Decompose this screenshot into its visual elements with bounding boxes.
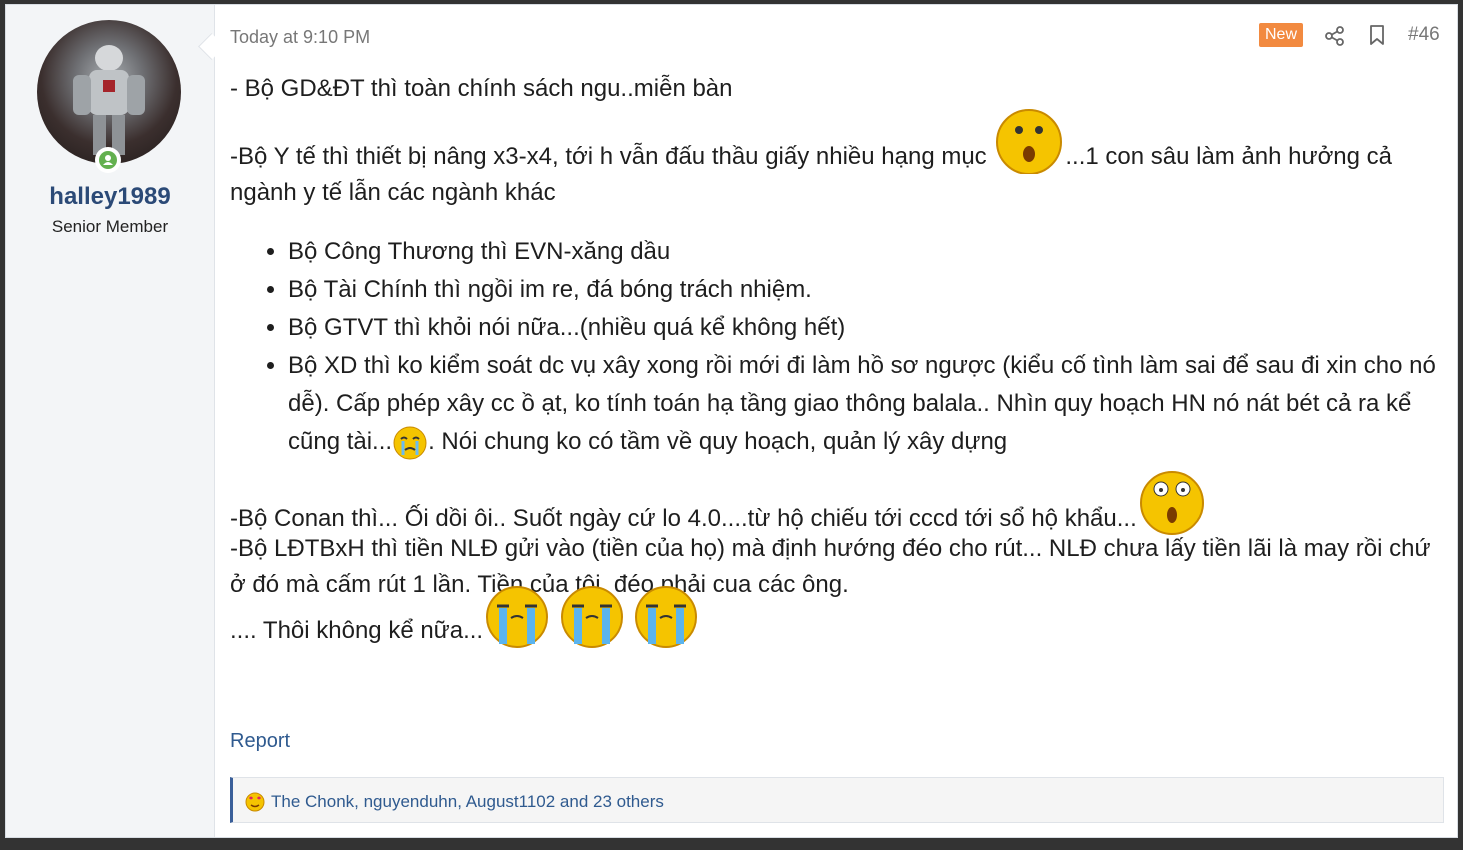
paragraph-end: .... Thôi không kể nữa... — [230, 585, 1446, 649]
text-end: .... Thôi không kể nữa... — [230, 617, 484, 644]
list-item: Bộ XD thì ko kiểm soát dc vụ xây xong rồ… — [288, 347, 1446, 461]
crying-smiley-icon — [635, 585, 698, 648]
shocked-smiley-icon — [1139, 470, 1204, 535]
text-yte-a: -Bộ Y tế thì thiết bị nâng x3-x4, tới h … — [230, 143, 994, 170]
username[interactable]: halley1989 — [6, 183, 214, 211]
crying-smiley-icon — [560, 585, 623, 648]
list-item: Bộ Tài Chính thì ngồi im re, đá bóng trá… — [288, 271, 1446, 309]
bullet-list: Bộ Công Thương thì EVN-xăng dầu Bộ Tài C… — [230, 233, 1446, 461]
user-column: halley1989 Senior Member — [6, 5, 215, 837]
paragraph-ldtbxh: -Bộ LĐTBxH thì tiền NLĐ gửi vào (tiền củ… — [230, 535, 1431, 598]
post: halley1989 Senior Member Today at 9:10 P… — [5, 4, 1458, 838]
crying-smiley-icon — [393, 426, 427, 460]
report-link[interactable]: Report — [230, 730, 290, 753]
reactions-bar[interactable]: The Chonk, nguyenduhn, August1102 and 23… — [230, 777, 1444, 823]
reactions-text[interactable]: The Chonk, nguyenduhn, August1102 and 23… — [271, 792, 664, 812]
post-content: - Bộ GD&ĐT thì toàn chính sách ngu..miễn… — [230, 71, 1446, 649]
user-title: Senior Member — [51, 217, 169, 236]
avatar-figure-icon — [73, 45, 145, 155]
online-status-icon — [95, 147, 121, 173]
bookmark-icon[interactable] — [1367, 24, 1387, 46]
post-number[interactable]: #46 — [1408, 24, 1440, 46]
text-xd-b: . Nói chung ko có tầm về quy hoạch, quản… — [428, 428, 1008, 455]
post-time[interactable]: Today at 9:10 PM — [230, 27, 370, 48]
share-icon[interactable] — [1324, 25, 1346, 47]
surprised-smiley-icon — [996, 108, 1063, 174]
love-reaction-icon — [245, 792, 265, 812]
list-item: Bộ GTVT thì khỏi nói nữa...(nhiều quá kể… — [288, 309, 1446, 347]
paragraph-gddt: - Bộ GD&ĐT thì toàn chính sách ngu..miễn… — [230, 75, 733, 102]
crying-smiley-icon — [486, 585, 549, 648]
new-badge: New — [1259, 23, 1304, 47]
text-conan: -Bộ Conan thì... Ối dồi ôi.. Suốt ngày c… — [230, 505, 1137, 532]
list-item: Bộ Công Thương thì EVN-xăng dầu — [288, 233, 1446, 271]
paragraph-yte: -Bộ Y tế thì thiết bị nâng x3-x4, tới h … — [230, 108, 1446, 211]
avatar[interactable] — [37, 20, 181, 164]
